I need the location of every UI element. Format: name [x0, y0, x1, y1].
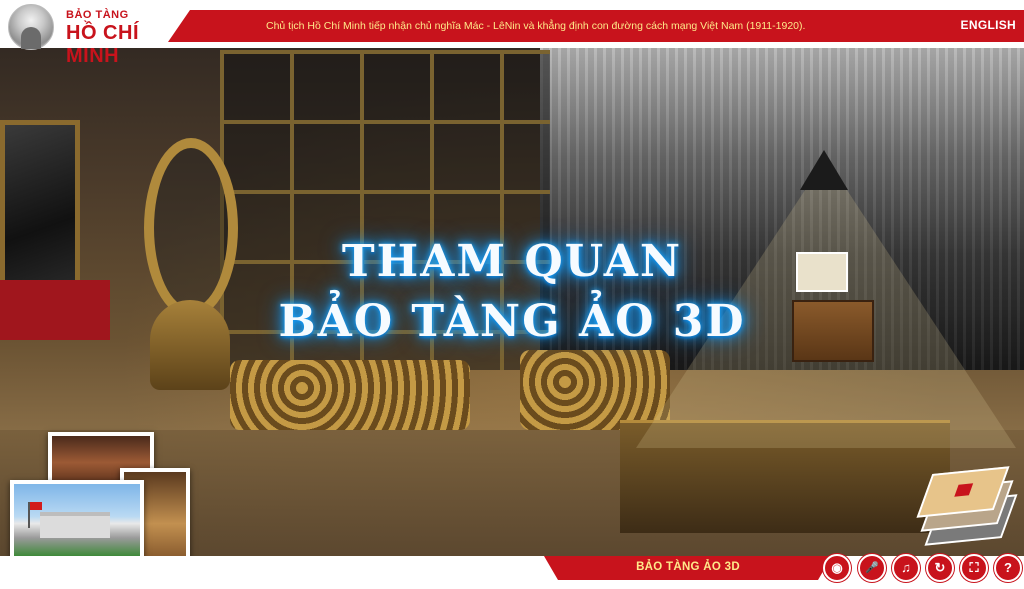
floor-map-widget[interactable] [916, 466, 1018, 546]
help-icon[interactable]: ? [994, 554, 1022, 582]
museum-panorama-view[interactable]: THAM QUAN BẢO TÀNG ẢO 3D [0, 0, 1024, 589]
ring-exhibit [144, 138, 238, 318]
compass-icon[interactable]: ◉ [823, 554, 851, 582]
museum-logo[interactable]: BẢO TÀNG HỒ CHÍ MINH [8, 4, 188, 67]
logo-small-text: BẢO TÀNG [66, 9, 129, 21]
flag-icon [28, 502, 42, 528]
thumbnail-museum-exterior[interactable] [10, 480, 144, 560]
fullscreen-icon[interactable]: ⛶ [960, 554, 988, 582]
site-header: BẢO TÀNG HỒ CHÍ MINH Chủ tịch Hồ Chí Min… [0, 0, 1024, 67]
refresh-icon[interactable]: ↻ [926, 554, 954, 582]
logo-big-text: HỒ CHÍ MINH [66, 22, 139, 67]
microphone-icon[interactable]: 🎤 [858, 554, 886, 582]
virtual-museum-tab[interactable]: BẢO TÀNG ẢO 3D [544, 556, 832, 580]
pyramid-top [800, 150, 848, 190]
portrait-logo-icon [8, 4, 54, 50]
hero-title-line2: BẢO TÀNG ẢO 3D [278, 296, 746, 347]
virtual-museum-tab-label: BẢO TÀNG ẢO 3D [636, 561, 740, 573]
english-language-link[interactable]: ENGLISH [961, 18, 1016, 32]
hero-title-line1: THAM QUAN [341, 236, 683, 287]
carved-sculpture [230, 360, 470, 430]
site-footer: BẢO TÀNG ẢO 3D ◉ 🎤 ♫ ↻ ⛶ ? [0, 554, 1024, 589]
exhibit-caption: Chủ tịch Hồ Chí Minh tiếp nhận chủ nghĩa… [266, 20, 806, 32]
music-icon[interactable]: ♫ [892, 554, 920, 582]
